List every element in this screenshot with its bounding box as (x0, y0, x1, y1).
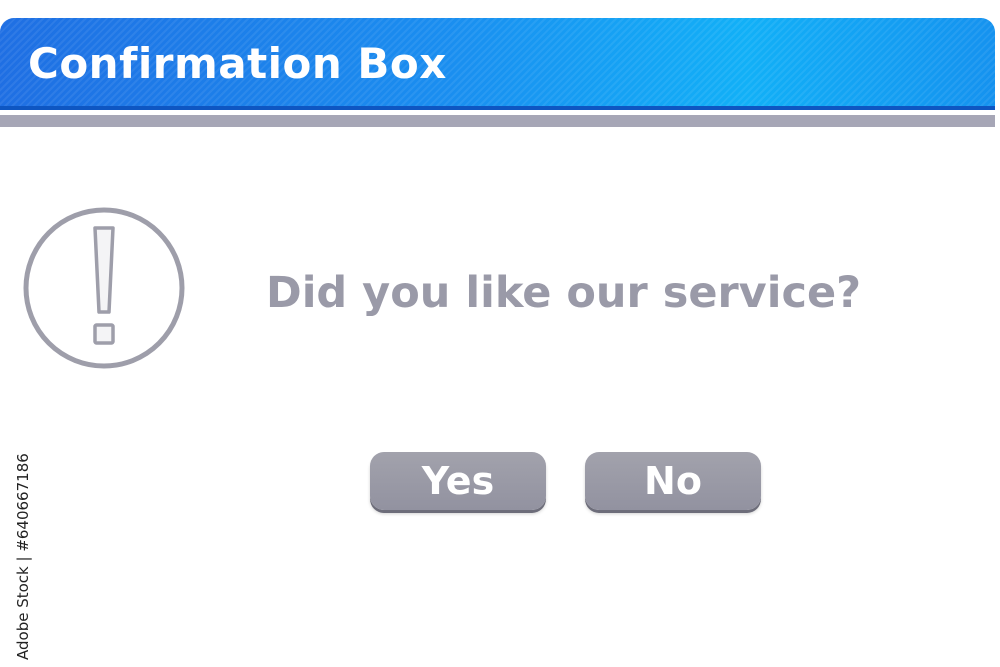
exclamation-circle-icon (20, 204, 188, 372)
watermark-text: Adobe Stock | #640667186 (14, 453, 32, 660)
dialog-message: Did you like our service? (266, 268, 862, 318)
dialog-titlebar: Confirmation Box (0, 18, 995, 110)
titlebar-edge (0, 106, 995, 110)
header-divider (0, 115, 995, 127)
dialog-title: Confirmation Box (28, 39, 447, 88)
no-button[interactable]: No (585, 452, 761, 510)
yes-button[interactable]: Yes (370, 452, 546, 510)
confirmation-dialog: Confirmation Box Did you like our servic… (0, 0, 1000, 667)
stock-watermark: Adobe Stock | #640667186 (4, 432, 38, 662)
